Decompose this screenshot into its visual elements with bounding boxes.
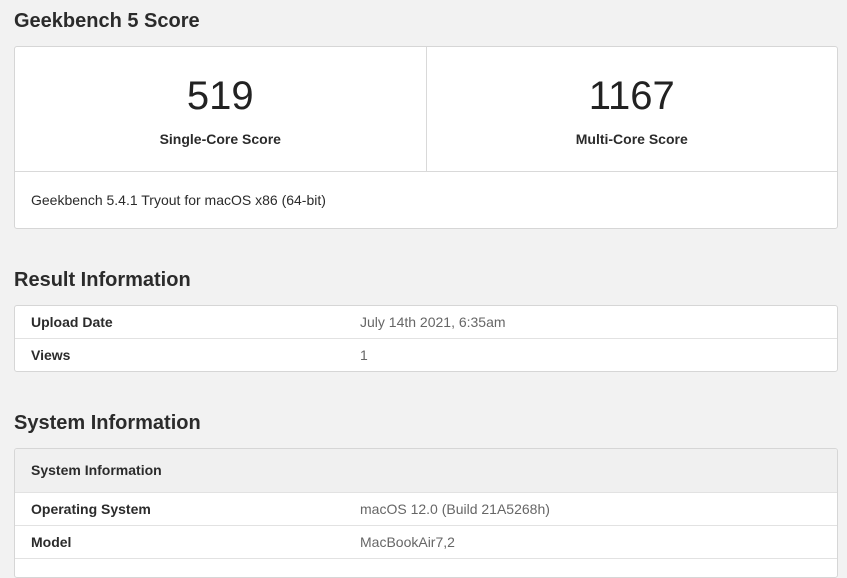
score-card: 519 Single-Core Score 1167 Multi-Core Sc… xyxy=(14,46,838,229)
single-core-score-label: Single-Core Score xyxy=(159,131,281,147)
system-section-title: System Information xyxy=(14,412,201,434)
views-value: 1 xyxy=(360,347,368,363)
table-row-operating-system: Operating System macOS 12.0 (Build 21A52… xyxy=(15,493,837,526)
operating-system-key: Operating System xyxy=(31,501,151,517)
model-key: Model xyxy=(31,534,72,550)
result-section-title: Result Information xyxy=(14,269,191,291)
system-info-table: System Information Operating System macO… xyxy=(14,448,838,578)
upload-date-key: Upload Date xyxy=(31,314,113,330)
benchmark-version: Geekbench 5.4.1 Tryout for macOS x86 (64… xyxy=(31,192,326,208)
multi-core-score-value: 1167 xyxy=(588,74,675,118)
result-info-table: Upload Date July 14th 2021, 6:35am Views… xyxy=(14,305,838,372)
table-row-views: Views 1 xyxy=(15,339,837,371)
score-row: 519 Single-Core Score 1167 Multi-Core Sc… xyxy=(15,47,837,172)
score-section-title: Geekbench 5 Score xyxy=(14,10,200,32)
views-key: Views xyxy=(31,347,71,363)
single-core-score: 519 Single-Core Score xyxy=(15,47,426,171)
multi-core-score: 1167 Multi-Core Score xyxy=(425,47,838,171)
operating-system-value: macOS 12.0 (Build 21A5268h) xyxy=(360,501,550,517)
model-value: MacBookAir7,2 xyxy=(360,534,455,550)
system-info-header: System Information xyxy=(15,449,837,493)
multi-core-score-label: Multi-Core Score xyxy=(575,131,688,147)
table-row-upload-date: Upload Date July 14th 2021, 6:35am xyxy=(15,306,837,339)
upload-date-value: July 14th 2021, 6:35am xyxy=(360,314,506,330)
table-row-model: Model MacBookAir7,2 xyxy=(15,526,837,559)
single-core-score-value: 519 xyxy=(186,74,254,118)
